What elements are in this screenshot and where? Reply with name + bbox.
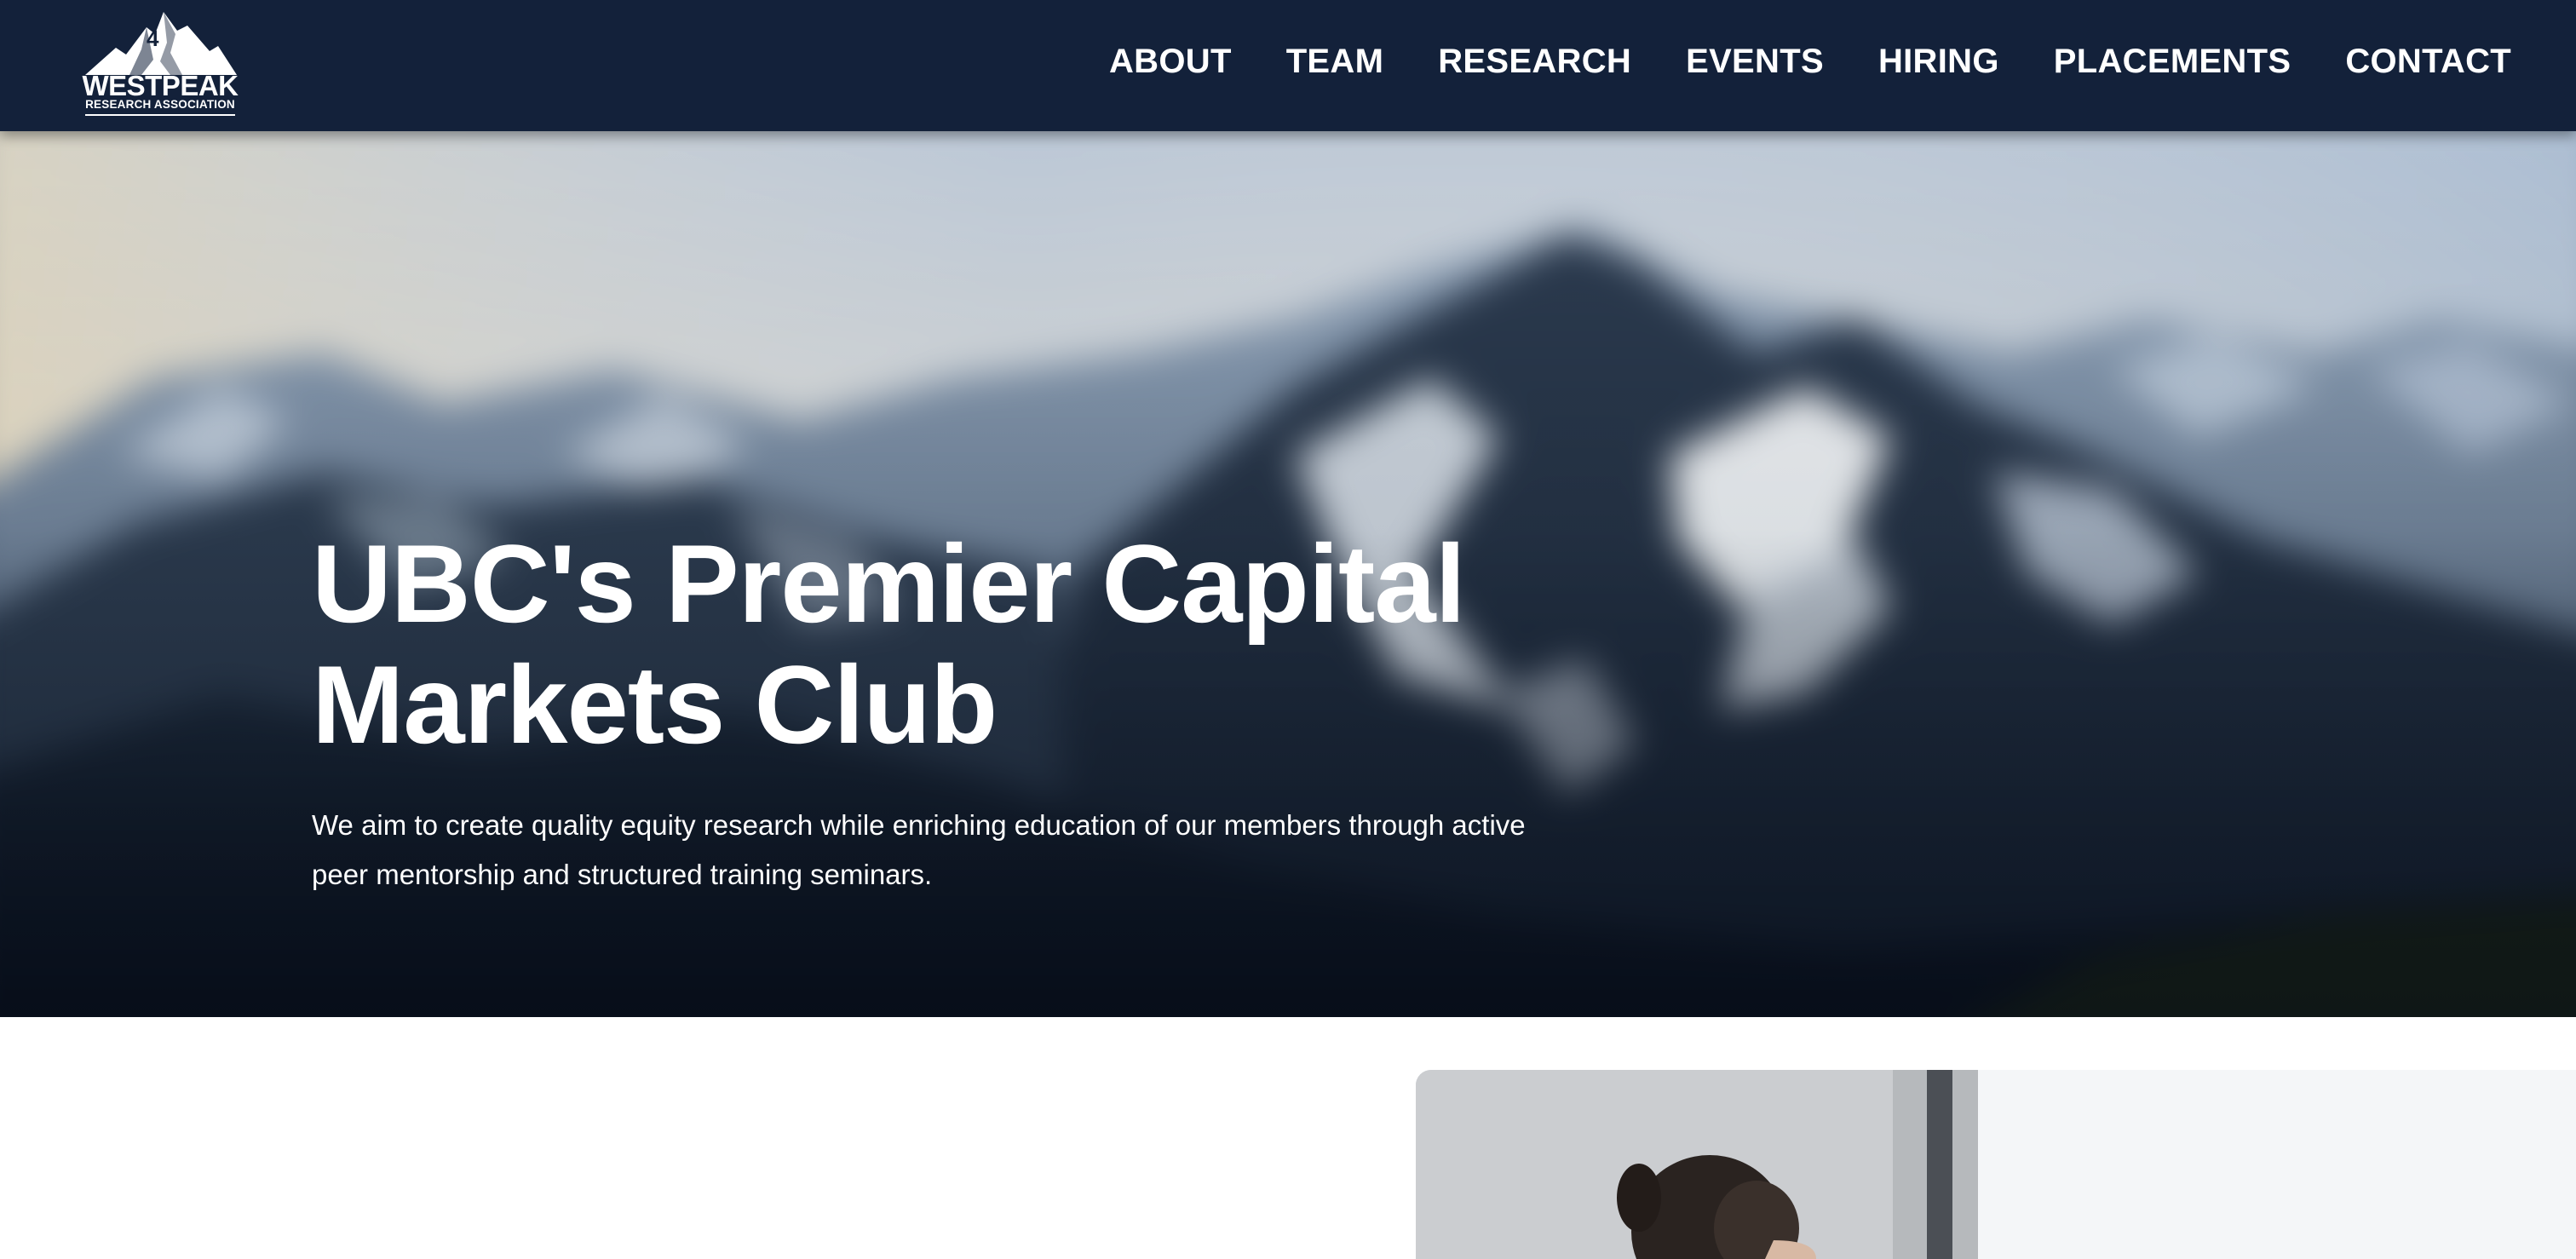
nav-hiring[interactable]: HIRING (1878, 36, 1999, 87)
nav-about[interactable]: ABOUT (1109, 36, 1232, 87)
logo-title: WESTPEAK (82, 70, 239, 101)
nav-team[interactable]: TEAM (1286, 36, 1384, 87)
team-photo (1416, 1070, 2576, 1259)
logo-underline (85, 114, 235, 116)
westpeak-logo[interactable]: 4 WESTPEAK RESEARCH ASSOCIATION (82, 9, 239, 118)
main-nav: ABOUT TEAM RESEARCH EVENTS HIRING PLACEM… (1109, 36, 2511, 87)
nav-contact[interactable]: CONTACT (2345, 36, 2511, 87)
nav-research[interactable]: RESEARCH (1438, 36, 1631, 87)
site-header: 4 WESTPEAK RESEARCH ASSOCIATION ABOUT TE… (0, 0, 2576, 131)
mountain-logo-icon: 4 (85, 12, 237, 75)
hero-title: UBC's Premier Capital Markets Club (312, 521, 1466, 767)
logo-subtitle: RESEARCH ASSOCIATION (85, 98, 235, 111)
svg-text:4: 4 (147, 26, 159, 51)
nav-events[interactable]: EVENTS (1686, 36, 1824, 87)
nav-placements[interactable]: PLACEMENTS (2054, 36, 2291, 87)
team-photo-image (1416, 1070, 2576, 1259)
hero-description: We aim to create quality equity research… (312, 809, 1526, 890)
hero-section: UBC's Premier Capital Markets Club We ai… (0, 131, 2576, 1017)
